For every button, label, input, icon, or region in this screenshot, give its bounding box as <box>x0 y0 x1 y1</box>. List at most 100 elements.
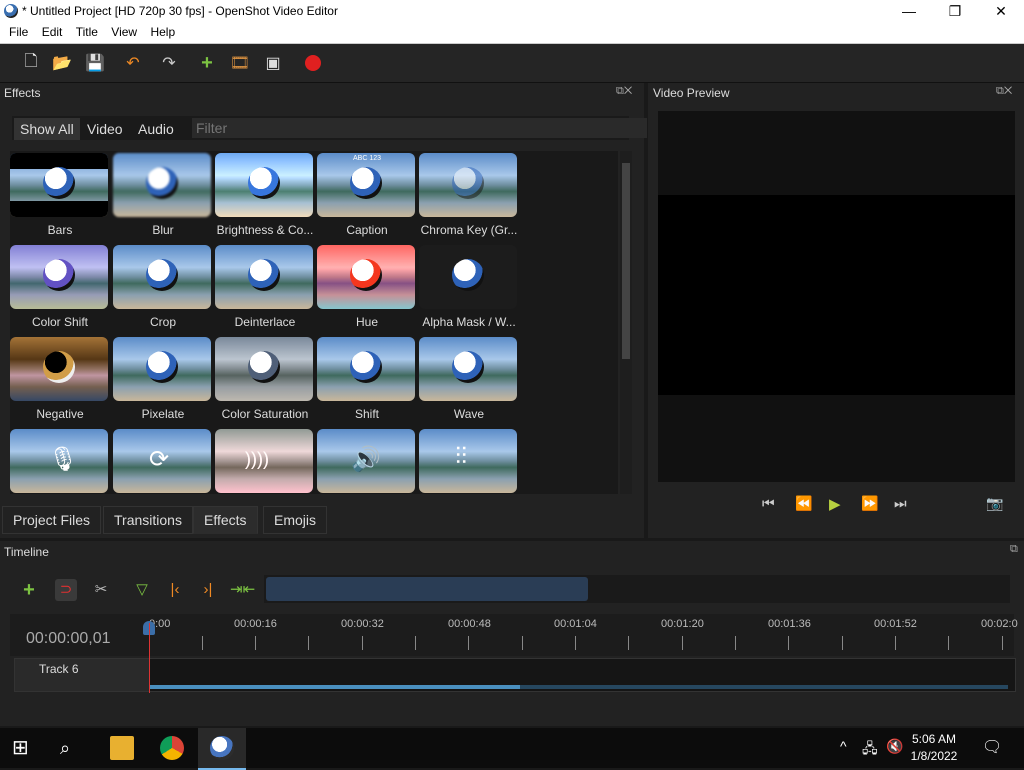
effect-color-shift[interactable]: Color Shift <box>10 245 110 329</box>
effect-shift[interactable]: Shift <box>317 337 417 421</box>
redo-icon[interactable]: ↷ <box>158 52 180 74</box>
tab-show-all[interactable]: Show All <box>14 118 80 140</box>
tab-project-files[interactable]: Project Files <box>2 506 102 534</box>
windows-start-icon[interactable]: ⊞ <box>12 736 36 760</box>
effect-caption[interactable]: ABC 123 Caption <box>317 153 417 237</box>
effect-thumbnail: ⫶⫶ <box>419 429 517 493</box>
next-marker-icon[interactable]: ›| <box>197 579 219 601</box>
menu-file[interactable]: File <box>4 23 33 41</box>
volume-muted-icon[interactable]: 🔇 <box>886 738 903 755</box>
effect-audio-microphone[interactable]: 🎙 <box>10 429 110 494</box>
ruler-tick <box>308 636 309 650</box>
rewind-icon[interactable]: ⏪ <box>795 495 812 512</box>
menu-title[interactable]: Title <box>71 23 103 41</box>
effect-pixelate[interactable]: Pixelate <box>113 337 213 421</box>
effect-audio-wave[interactable]: )))) <box>215 429 315 494</box>
undock-icon[interactable]: ⧉ <box>1010 543 1018 556</box>
tab-transitions[interactable]: Transitions <box>103 506 193 534</box>
notifications-icon[interactable]: 🗨 <box>982 737 1002 757</box>
ruler-label: 00:01:20 <box>661 618 704 630</box>
effect-thumbnail: ⟳ <box>113 429 211 493</box>
scrollbar-thumb[interactable] <box>622 163 630 359</box>
jump-start-icon[interactable]: ⏮ <box>762 495 775 512</box>
effect-label: Alpha Mask / W... <box>422 315 516 329</box>
effect-label: Brightness & Co... <box>216 223 314 237</box>
effect-audio-volume[interactable]: 🔊 <box>317 429 417 494</box>
show-hidden-icons-icon[interactable]: ^ <box>840 738 847 754</box>
effect-negative[interactable]: Negative <box>10 337 110 421</box>
minimize-button[interactable]: — <box>886 0 932 23</box>
undock-icon[interactable]: ⧉✕ <box>996 85 1012 98</box>
fast-forward-icon[interactable]: ⏩ <box>861 495 878 512</box>
effect-thumbnail: 🔊 <box>317 429 415 493</box>
effect-audio-pitch[interactable]: ⟳ <box>113 429 213 494</box>
ruler-tick <box>575 636 576 650</box>
close-button[interactable]: ✕ <box>978 0 1024 23</box>
video-preview-screen <box>658 111 1015 482</box>
ruler-tick <box>895 636 896 650</box>
effect-thumbnail <box>317 245 415 309</box>
menu-edit[interactable]: Edit <box>37 23 68 41</box>
effects-filter-input[interactable] <box>192 118 647 138</box>
fullscreen-icon[interactable]: ▣ <box>262 52 284 74</box>
choose-profile-icon[interactable]: 🎞 <box>229 52 251 74</box>
open-project-icon[interactable]: 📂 <box>51 52 73 74</box>
tab-video[interactable]: Video <box>81 118 129 140</box>
ruler-label: 00:00:32 <box>341 618 384 630</box>
effect-wave[interactable]: Wave <box>419 337 519 421</box>
file-explorer-icon[interactable] <box>110 736 134 760</box>
add-track-icon[interactable]: + <box>18 579 40 601</box>
maximize-button[interactable]: ❐ <box>932 0 978 23</box>
tab-audio[interactable]: Audio <box>132 118 180 140</box>
play-icon[interactable]: ▶ <box>829 495 841 513</box>
zoom-range-handle[interactable] <box>266 577 588 601</box>
effects-scrollbar[interactable] <box>620 151 632 494</box>
network-icon[interactable]: 🖧 <box>862 738 878 762</box>
tab-emojis[interactable]: Emojis <box>263 506 328 534</box>
effect-chroma-key[interactable]: Chroma Key (Gr... <box>419 153 519 237</box>
track-header[interactable]: Track 6 <box>15 659 149 691</box>
snapping-icon[interactable]: ⊃ <box>55 579 77 601</box>
effect-color-saturation[interactable]: Color Saturation <box>215 337 315 421</box>
playhead-line <box>149 623 150 693</box>
ruler-tick <box>202 636 203 650</box>
razor-icon[interactable]: ✂ <box>90 579 112 601</box>
scrollbar-thumb[interactable] <box>150 685 520 689</box>
new-project-icon[interactable]: 🗋 <box>20 52 42 74</box>
effects-panel: Effects ⧉✕ Show All Video Audio Bars Blu… <box>0 83 647 538</box>
timeline-zoom-slider[interactable] <box>264 575 1010 603</box>
timeline-horizontal-scrollbar[interactable] <box>150 685 1008 689</box>
search-icon[interactable]: ⌕ <box>60 736 84 760</box>
timeline-ruler[interactable]: 00:00:00,01 0:00 00:00:16 00:00:32 00:00… <box>10 614 1018 656</box>
undo-icon[interactable]: ↶ <box>122 52 144 74</box>
effect-brightness[interactable]: Brightness & Co... <box>215 153 315 237</box>
ruler-tick <box>735 636 736 650</box>
clock-time[interactable]: 5:06 AM <box>904 732 964 746</box>
effect-crop[interactable]: Crop <box>113 245 213 329</box>
jump-end-icon[interactable]: ⏭ <box>894 495 907 512</box>
import-files-icon[interactable]: + <box>196 52 218 74</box>
effect-audio-equalizer[interactable]: ⫶⫶ <box>419 429 519 494</box>
effect-bars[interactable]: Bars <box>10 153 110 237</box>
menu-help[interactable]: Help <box>145 23 180 41</box>
window-title: * Untitled Project [HD 720p 30 fps] - Op… <box>22 4 338 18</box>
save-project-icon[interactable]: 💾 <box>84 52 106 74</box>
effect-blur[interactable]: Blur <box>113 153 213 237</box>
video-preview-panel: Video Preview ⧉✕ ⏮ ⏪ ▶ ⏩ ⏭ 📷 <box>648 83 1024 538</box>
chrome-icon[interactable] <box>160 736 184 760</box>
center-playhead-icon[interactable]: ⇥⇤ <box>230 579 255 601</box>
effect-deinterlace[interactable]: Deinterlace <box>215 245 315 329</box>
add-marker-icon[interactable]: ▽ <box>131 579 153 601</box>
tab-effects[interactable]: Effects <box>193 506 258 534</box>
effect-hue[interactable]: Hue <box>317 245 417 329</box>
timeline-panel: Timeline ⧉ + ⊃ ✂ ▽ |‹ ›| ⇥⇤ 00:00:00,01 … <box>0 541 1024 726</box>
effect-label: Color Shift <box>31 315 89 329</box>
previous-marker-icon[interactable]: |‹ <box>164 579 186 601</box>
effect-thumbnail: )))) <box>215 429 313 493</box>
undock-icon[interactable]: ⧉✕ <box>616 85 632 98</box>
menu-view[interactable]: View <box>106 23 142 41</box>
effect-alpha-mask[interactable]: Alpha Mask / W... <box>419 245 519 329</box>
clock-date[interactable]: 1/8/2022 <box>904 749 964 763</box>
export-video-icon[interactable] <box>302 52 324 74</box>
camera-icon[interactable]: 📷 <box>986 495 1003 512</box>
